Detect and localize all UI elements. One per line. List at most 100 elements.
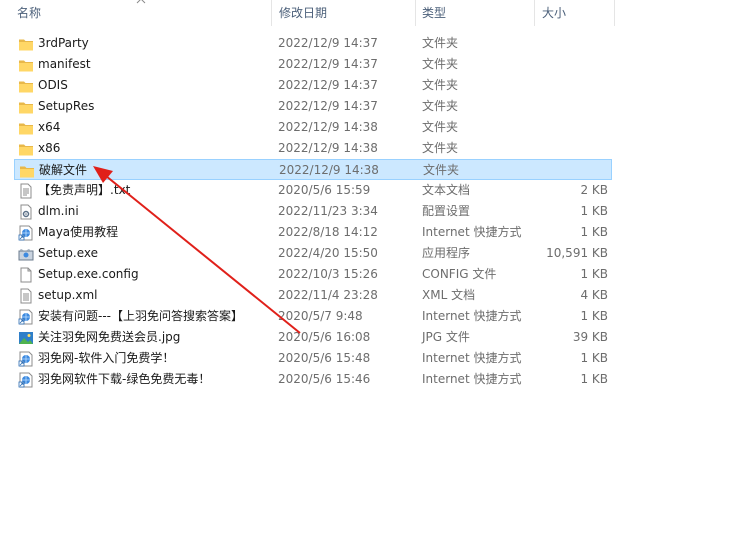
file-row[interactable]: x86 2022/12/9 14:38 文件夹 bbox=[14, 138, 612, 159]
column-header-date[interactable]: 修改日期 bbox=[279, 0, 409, 26]
file-row[interactable]: manifest 2022/12/9 14:37 文件夹 bbox=[14, 54, 612, 75]
folder-icon bbox=[19, 81, 33, 93]
file-row[interactable]: 3rdParty 2022/12/9 14:37 文件夹 bbox=[14, 33, 612, 54]
file-name: 关注羽免网免费送会员.jpg bbox=[38, 330, 181, 344]
file-type: Internet 快捷方式 bbox=[422, 309, 522, 323]
file-type: 文件夹 bbox=[422, 141, 459, 155]
file-date: 2022/12/9 14:38 bbox=[278, 141, 378, 155]
file-row[interactable]: x64 2022/12/9 14:38 文件夹 bbox=[14, 117, 612, 138]
file-date: 2022/12/9 14:37 bbox=[278, 99, 378, 113]
file-date: 2022/12/9 14:37 bbox=[278, 36, 378, 50]
file-date: 2022/12/9 14:37 bbox=[278, 57, 378, 71]
file-row[interactable]: ODIS 2022/12/9 14:37 文件夹 bbox=[14, 75, 612, 96]
folder-icon bbox=[19, 102, 33, 114]
file-size: 1 KB bbox=[580, 225, 608, 239]
file-row[interactable]: dlm.ini 2022/11/23 3:34 配置设置 1 KB bbox=[14, 201, 612, 222]
file-type: 配置设置 bbox=[422, 204, 471, 218]
column-divider[interactable] bbox=[271, 0, 272, 26]
folder-icon bbox=[20, 166, 34, 178]
image-file-icon bbox=[19, 332, 33, 344]
folder-icon bbox=[19, 39, 33, 51]
file-type: 文件夹 bbox=[423, 163, 460, 177]
file-row[interactable]: Setup.exe.config 2022/10/3 15:26 CONFIG 文件… bbox=[14, 264, 612, 285]
file-date: 2022/12/9 14:37 bbox=[278, 78, 378, 92]
xml-file-icon bbox=[20, 288, 32, 304]
file-date: 2020/5/6 15:59 bbox=[278, 183, 371, 197]
file-date: 2022/11/4 23:28 bbox=[278, 288, 378, 302]
column-divider[interactable] bbox=[534, 0, 535, 26]
internet-shortcut-icon bbox=[18, 225, 33, 241]
column-header-name[interactable]: 名称 bbox=[17, 0, 267, 26]
internet-shortcut-icon bbox=[18, 309, 33, 325]
file-type: 文件夹 bbox=[422, 36, 459, 50]
file-date: 2020/5/6 15:46 bbox=[278, 372, 371, 386]
file-name: 破解文件 bbox=[39, 163, 88, 177]
file-type: CONFIG 文件 bbox=[422, 267, 497, 281]
file-type: 文件夹 bbox=[422, 99, 459, 113]
file-name: x86 bbox=[38, 141, 61, 155]
column-divider[interactable] bbox=[415, 0, 416, 26]
file-name: setup.xml bbox=[38, 288, 98, 302]
file-row[interactable]: 【免责声明】.txt 2020/5/6 15:59 文本文档 2 KB bbox=[14, 180, 612, 201]
file-type: 文本文档 bbox=[422, 183, 471, 197]
setup-app-icon bbox=[18, 249, 34, 261]
file-row[interactable]: Setup.exe 2022/4/20 15:50 应用程序 10,591 KB bbox=[14, 243, 612, 264]
file-type: Internet 快捷方式 bbox=[422, 351, 522, 365]
file-name: 3rdParty bbox=[38, 36, 89, 50]
column-header-type[interactable]: 类型 bbox=[422, 0, 532, 26]
file-size: 2 KB bbox=[580, 183, 608, 197]
file-type: Internet 快捷方式 bbox=[422, 225, 522, 239]
file-name: x64 bbox=[38, 120, 61, 134]
file-type: 文件夹 bbox=[422, 57, 459, 71]
column-header-size[interactable]: 大小 bbox=[542, 0, 608, 26]
file-size: 39 KB bbox=[572, 330, 608, 344]
file-row[interactable]: 安装有问题---【上羽免问答搜索答案】 2020/5/7 9:48 Internet… bbox=[14, 306, 612, 327]
file-name: ODIS bbox=[38, 78, 68, 92]
file-date: 2020/5/6 16:08 bbox=[278, 330, 371, 344]
blank-file-icon bbox=[20, 267, 32, 283]
file-size: 1 KB bbox=[580, 351, 608, 365]
file-size: 1 KB bbox=[580, 309, 608, 323]
file-size: 4 KB bbox=[580, 288, 608, 302]
file-type: XML 文档 bbox=[422, 288, 476, 302]
folder-icon bbox=[19, 123, 33, 135]
file-row[interactable]: SetupRes 2022/12/9 14:37 文件夹 bbox=[14, 96, 612, 117]
file-size: 1 KB bbox=[580, 204, 608, 218]
file-name: Maya使用教程 bbox=[38, 225, 119, 239]
file-date: 2020/5/6 15:48 bbox=[278, 351, 371, 365]
file-name: Setup.exe bbox=[38, 246, 99, 260]
file-name: 羽免网软件下载-绿色免费无毒！ bbox=[38, 372, 211, 386]
file-name: 羽免网-软件入门免费学！ bbox=[38, 351, 175, 365]
settings-file-icon bbox=[20, 204, 32, 220]
file-type: 文件夹 bbox=[422, 120, 459, 134]
file-name: 安装有问题---【上羽免问答搜索答案】 bbox=[38, 309, 243, 323]
file-date: 2022/12/9 14:38 bbox=[279, 163, 379, 177]
file-row[interactable]: 破解文件 2022/12/9 14:38 文件夹 bbox=[14, 159, 612, 180]
file-name: 【免责声明】.txt bbox=[38, 183, 131, 197]
file-name: dlm.ini bbox=[38, 204, 79, 218]
file-date: 2020/5/7 9:48 bbox=[278, 309, 363, 323]
file-date: 2022/4/20 15:50 bbox=[278, 246, 378, 260]
folder-icon bbox=[19, 60, 33, 72]
file-row[interactable]: Maya使用教程 2022/8/18 14:12 Internet 快捷方式 1 KB bbox=[14, 222, 612, 243]
file-row[interactable]: 羽免网-软件入门免费学！ 2020/5/6 15:48 Internet 快捷方式 1… bbox=[14, 348, 612, 369]
text-file-icon bbox=[20, 183, 32, 199]
file-name: SetupRes bbox=[38, 99, 95, 113]
column-header-bar: 名称 修改日期 类型 大小 bbox=[0, 0, 738, 26]
file-type: Internet 快捷方式 bbox=[422, 372, 522, 386]
file-size: 10,591 KB bbox=[546, 246, 608, 260]
file-type: JPG 文件 bbox=[422, 330, 470, 344]
file-name: Setup.exe.config bbox=[38, 267, 139, 281]
folder-icon bbox=[19, 144, 33, 156]
file-row[interactable]: 关注羽免网免费送会员.jpg 2020/5/6 16:08 JPG 文件 39 KB bbox=[14, 327, 612, 348]
file-row[interactable]: 羽免网软件下载-绿色免费无毒！ 2020/5/6 15:46 Internet 快捷… bbox=[14, 369, 612, 390]
file-type: 文件夹 bbox=[422, 78, 459, 92]
column-divider[interactable] bbox=[614, 0, 615, 26]
file-date: 2022/12/9 14:38 bbox=[278, 120, 378, 134]
file-row[interactable]: setup.xml 2022/11/4 23:28 XML 文档 4 KB bbox=[14, 285, 612, 306]
file-size: 1 KB bbox=[580, 267, 608, 281]
file-date: 2022/8/18 14:12 bbox=[278, 225, 378, 239]
file-name: manifest bbox=[38, 57, 91, 71]
internet-shortcut-icon bbox=[18, 351, 33, 367]
internet-shortcut-icon bbox=[18, 372, 33, 388]
